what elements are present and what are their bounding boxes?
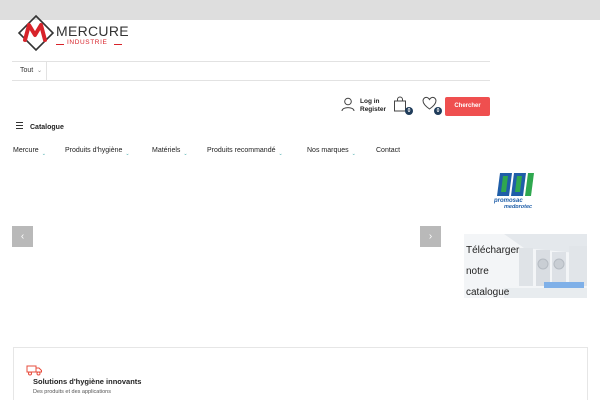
cart-count-badge: 0 [405, 107, 413, 115]
search-input[interactable] [48, 62, 488, 80]
nav-item-label: Produits recommandé [207, 147, 276, 154]
wishlist-button[interactable]: 0 [422, 96, 442, 115]
nav-item-label: Produits d'hygiène [65, 147, 123, 154]
logo-subtitle: INDUSTRIE [56, 39, 126, 49]
logo-mark-icon [17, 14, 55, 52]
chevron-down-icon: ⌄ [183, 151, 188, 157]
hamburger-icon [16, 122, 23, 131]
brand-logo-image: promosac medprotec [493, 173, 534, 210]
chevron-down-icon: ⌄ [278, 151, 283, 157]
brand-logo-text-2: medprotec [504, 204, 532, 208]
slider-prev-button[interactable]: ‹ [12, 226, 33, 247]
nav-item-label: Contact [376, 147, 401, 154]
search-button[interactable]: Chercher [445, 97, 490, 116]
nav-item-label: Nos marques [307, 147, 349, 154]
search-bar: Tout ⌄ [12, 61, 490, 81]
feature-title: Solutions d'hygiène innovants [33, 377, 142, 386]
slider-next-button[interactable]: › [420, 226, 441, 247]
nav-item-contact[interactable]: Contact [376, 147, 400, 154]
register-link[interactable]: Register [360, 106, 386, 113]
chevron-down-icon: ⌄ [36, 68, 42, 74]
chevron-right-icon: › [428, 231, 433, 242]
chevron-down-icon: ⌄ [125, 151, 130, 157]
search-category-select[interactable]: Tout ⌄ [12, 62, 47, 80]
chevron-left-icon: ‹ [20, 231, 25, 242]
promo-line-1: Télécharger [466, 245, 520, 256]
nav-item-produits-recommande[interactable]: Produits recommandé ⌄ [207, 147, 283, 157]
catalogue-label: Catalogue [30, 124, 64, 131]
cart-button[interactable]: 0 [393, 96, 413, 115]
catalogue-download-text: Télécharger notre catalogue [466, 240, 526, 298]
mercure-logo[interactable]: MERCURE INDUSTRIE [16, 14, 129, 54]
chevron-down-icon: ⌄ [351, 151, 356, 157]
logo-sub-text: INDUSTRIE [67, 39, 108, 46]
feature-description: Des produits et des applications [33, 389, 111, 395]
nav-item-nos-marques[interactable]: Nos marques ⌄ [307, 147, 356, 157]
nav-item-label: Mercure [13, 147, 39, 154]
promo-line-3: catalogue [466, 287, 510, 298]
catalogue-download-banner[interactable]: Télécharger notre catalogue [464, 234, 587, 298]
account-link[interactable]: Log in Register [341, 97, 389, 113]
hero-slider: ‹ › [12, 226, 442, 248]
features-section: Solutions d'hygiène innovants Des produi… [13, 347, 588, 400]
promo-line-2: notre [466, 266, 489, 277]
nav-item-produits-hygiene[interactable]: Produits d'hygiène ⌄ [65, 147, 130, 157]
promosac-medprotec-logo[interactable]: promosac medprotec [493, 172, 544, 210]
login-link[interactable]: Log in [360, 98, 380, 105]
logo-name: MERCURE [56, 23, 129, 39]
nav-item-materiels[interactable]: Matériels ⌄ [152, 147, 188, 157]
chevron-down-icon: ⌄ [41, 151, 46, 157]
truck-icon [26, 365, 42, 376]
search-category-label: Tout [20, 67, 34, 74]
nav-item-label: Matériels [152, 147, 181, 154]
nav-item-mercure[interactable]: Mercure ⌄ [13, 147, 46, 157]
user-icon [341, 97, 355, 112]
wishlist-count-badge: 0 [434, 107, 442, 115]
